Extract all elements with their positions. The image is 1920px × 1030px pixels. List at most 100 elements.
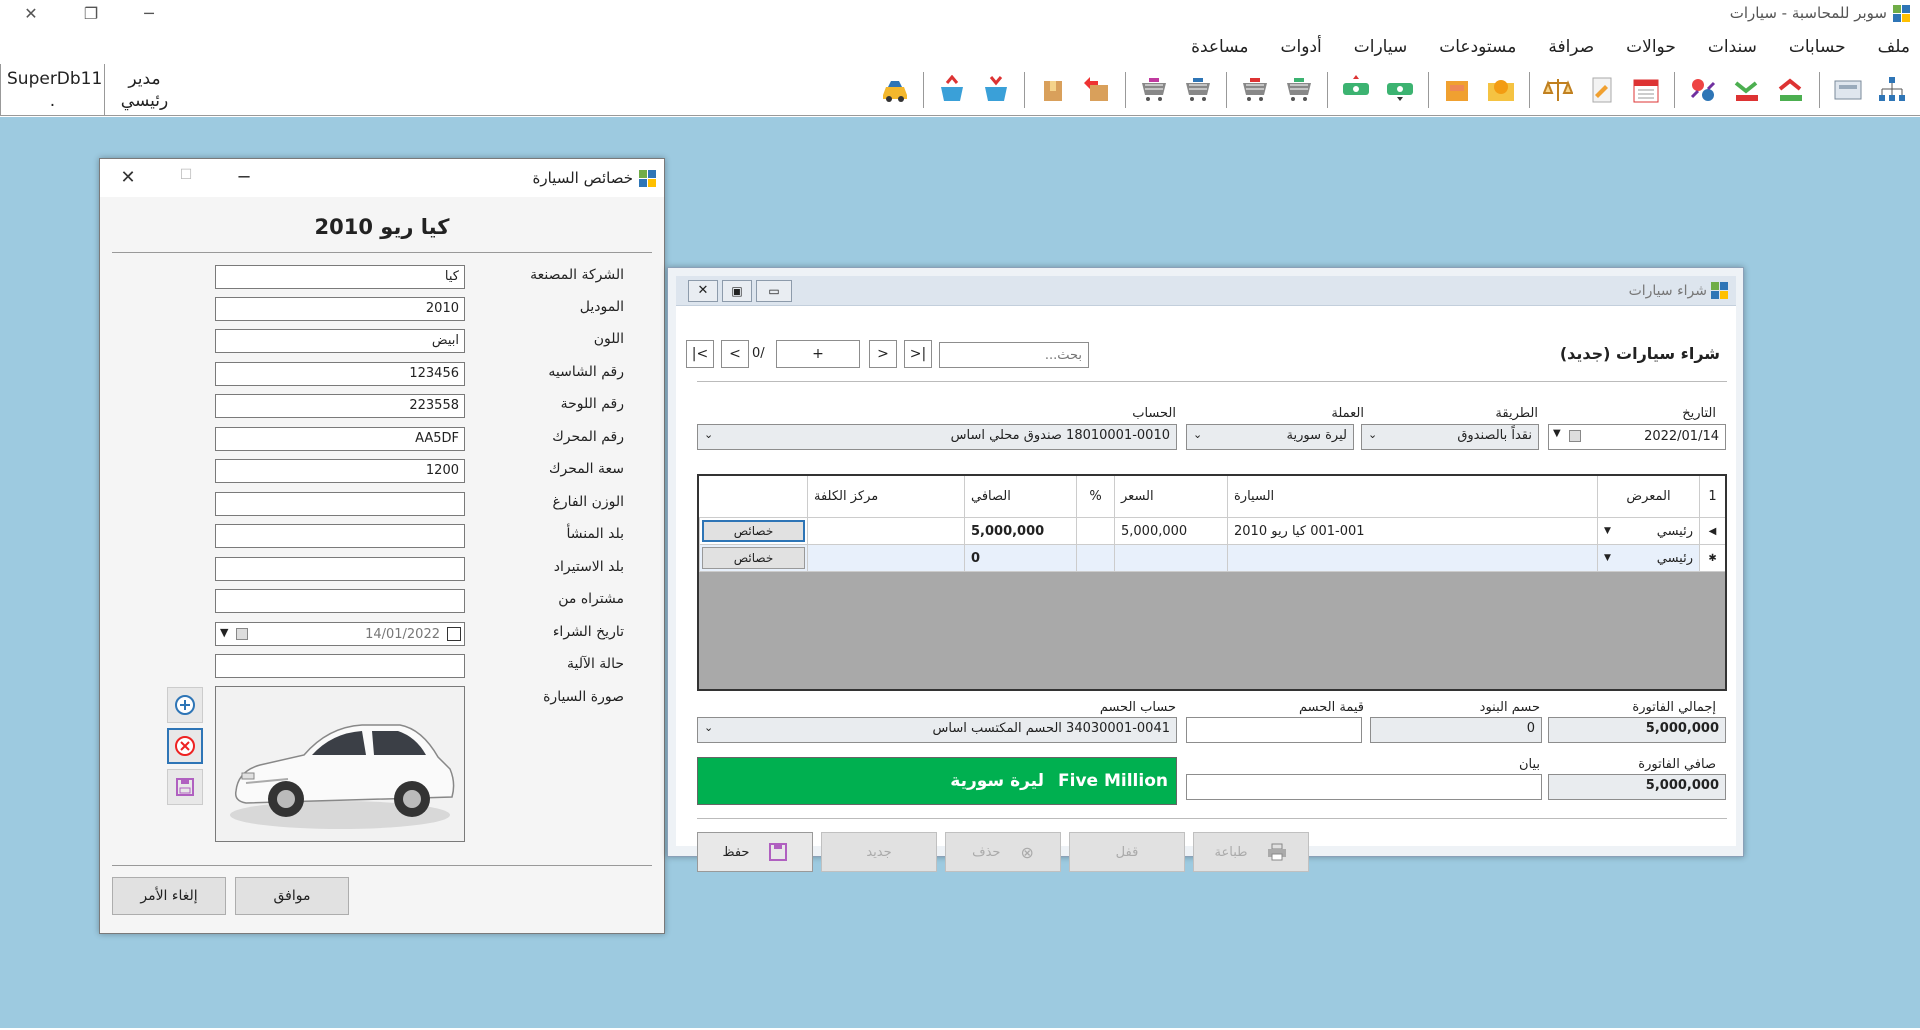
menu-warehouses[interactable]: مستودعات — [1439, 37, 1516, 57]
basket-in-icon[interactable] — [934, 72, 970, 108]
car-cell[interactable]: 001-001 كيا ريو 2010 — [1227, 518, 1597, 544]
cart-blue-icon[interactable] — [1180, 72, 1216, 108]
column-header[interactable]: الصافي — [964, 476, 1076, 517]
box-icon[interactable] — [1035, 72, 1071, 108]
first-record-button[interactable]: |< — [686, 340, 714, 368]
search-input[interactable] — [939, 342, 1089, 368]
menu-cars[interactable]: سيارات — [1354, 37, 1408, 57]
table-row[interactable]: ◀ رئيسي ▼ 001-001 كيا ريو 2010 5,000,000 … — [699, 518, 1725, 545]
model-field[interactable]: 2010 — [215, 297, 465, 321]
calendar-icon[interactable] — [1569, 430, 1581, 442]
close-icon[interactable]: ✕ — [108, 167, 148, 188]
plate-field[interactable]: 223558 — [215, 394, 465, 418]
save-button[interactable]: حفظ — [697, 832, 813, 872]
column-header[interactable]: السعر — [1114, 476, 1227, 517]
cart-red-icon[interactable] — [1237, 72, 1273, 108]
properties-button[interactable]: خصائص — [702, 520, 805, 542]
currency-select[interactable]: ليرة سورية ⌄ — [1186, 424, 1354, 450]
menu-vouchers[interactable]: سندات — [1708, 37, 1757, 57]
exchange-icon[interactable] — [1685, 72, 1721, 108]
menu-accounts[interactable]: حسابات — [1789, 37, 1846, 57]
engine-capacity-field[interactable]: 1200 — [215, 459, 465, 483]
chassis-field[interactable]: 123456 — [215, 362, 465, 386]
delete-button[interactable]: حذف ⊗ — [945, 832, 1061, 872]
column-header[interactable]: مركز الكلفة — [807, 476, 964, 517]
money-box-icon[interactable] — [1439, 72, 1475, 108]
save-image-button[interactable] — [167, 769, 203, 805]
cart-green-icon[interactable] — [1281, 72, 1317, 108]
menu-help[interactable]: مساعدة — [1191, 37, 1248, 57]
method-select[interactable]: نقداً بالصندوق ⌄ — [1361, 424, 1539, 450]
origin-country-field[interactable] — [215, 524, 465, 548]
statement-input[interactable] — [1186, 774, 1542, 800]
menu-file[interactable]: ملف — [1878, 37, 1910, 57]
percent-cell[interactable] — [1076, 545, 1114, 571]
minimize-app-button[interactable]: ─ — [132, 4, 166, 23]
cancel-button[interactable]: إلغاء الأمر — [112, 877, 226, 915]
column-header[interactable]: السيارة — [1227, 476, 1597, 517]
table-row[interactable]: ✱ رئيسي ▼ 0 خصائص — [699, 545, 1725, 572]
purchase-date-checkbox[interactable] — [447, 627, 461, 641]
basket-out-icon[interactable] — [978, 72, 1014, 108]
empty-weight-field[interactable] — [215, 492, 465, 516]
maximize-app-button[interactable]: ❐ — [74, 4, 108, 23]
tree-icon[interactable] — [1874, 72, 1910, 108]
new-button[interactable]: جديد — [821, 832, 937, 872]
minimize-icon[interactable]: ─ — [224, 167, 264, 188]
date-picker[interactable]: ▼ 2022/01/14 — [1548, 424, 1726, 450]
price-cell[interactable]: 5,000,000 — [1114, 518, 1227, 544]
column-header[interactable]: المعرض — [1597, 476, 1699, 517]
delete-image-button[interactable] — [167, 728, 203, 764]
calendar-icon[interactable] — [1628, 72, 1664, 108]
cost-center-cell[interactable] — [807, 518, 964, 544]
calendar-icon[interactable] — [236, 628, 248, 640]
purchase-date-picker[interactable]: ▼ 14/01/2022 — [215, 622, 465, 646]
properties-button[interactable]: خصائص — [702, 547, 805, 569]
money-envelope-icon[interactable] — [1483, 72, 1519, 108]
purchased-from-field[interactable] — [215, 589, 465, 613]
ok-button[interactable]: موافق — [235, 877, 349, 915]
discount-value-input[interactable] — [1186, 717, 1362, 743]
price-cell[interactable] — [1114, 545, 1227, 571]
prev-record-button[interactable]: < — [721, 340, 749, 368]
receipt-down-icon[interactable] — [1773, 72, 1809, 108]
receipt-up-icon[interactable] — [1729, 72, 1765, 108]
cash-red-icon[interactable] — [1338, 72, 1374, 108]
account-select[interactable]: 18010001-0010 صندوق محلي اساس ⌄ — [697, 424, 1177, 450]
next-record-button[interactable]: > — [869, 340, 897, 368]
vehicle-status-field[interactable] — [215, 654, 465, 678]
menu-exchange[interactable]: صرافة — [1548, 37, 1594, 57]
restore-icon[interactable]: ▣ — [722, 280, 752, 302]
lock-button[interactable]: قفل — [1069, 832, 1185, 872]
menu-transfers[interactable]: حوالات — [1626, 37, 1676, 57]
cash-green-icon[interactable] — [1382, 72, 1418, 108]
close-icon[interactable]: ✕ — [688, 280, 718, 302]
menu-tools[interactable]: أدوات — [1281, 37, 1322, 57]
dropdown-arrow-icon[interactable]: ▼ — [1553, 428, 1561, 439]
register-icon[interactable] — [1830, 72, 1866, 108]
cost-center-cell[interactable] — [807, 545, 964, 571]
discount-account-select[interactable]: 34030001-0041 الحسم المكتسب اساس ⌄ — [697, 717, 1177, 743]
scale-icon[interactable] — [1540, 72, 1576, 108]
import-country-field[interactable] — [215, 557, 465, 581]
close-app-button[interactable]: ✕ — [14, 4, 48, 23]
percent-cell[interactable] — [1076, 518, 1114, 544]
new-record-field[interactable]: + — [776, 340, 860, 368]
manufacturer-field[interactable]: كيا — [215, 265, 465, 289]
cart-purple-icon[interactable] — [1136, 72, 1172, 108]
dropdown-arrow-icon[interactable]: ▼ — [220, 626, 228, 639]
last-record-button[interactable]: >| — [904, 340, 932, 368]
box-transfer-icon[interactable] — [1079, 72, 1115, 108]
engine-number-field[interactable]: AA5DF — [215, 427, 465, 451]
print-button[interactable]: طباعة — [1193, 832, 1309, 872]
showroom-cell[interactable]: رئيسي ▼ — [1597, 518, 1699, 544]
add-image-button[interactable] — [167, 687, 203, 723]
dropdown-arrow-icon[interactable]: ▼ — [1604, 526, 1611, 536]
color-field[interactable]: ابيض — [215, 329, 465, 353]
car-icon[interactable] — [877, 72, 913, 108]
column-header[interactable]: % — [1076, 476, 1114, 517]
edit-doc-icon[interactable] — [1584, 72, 1620, 108]
minimize-icon[interactable]: ▭ — [756, 280, 792, 302]
showroom-cell[interactable]: رئيسي ▼ — [1597, 545, 1699, 571]
dropdown-arrow-icon[interactable]: ▼ — [1604, 553, 1611, 563]
